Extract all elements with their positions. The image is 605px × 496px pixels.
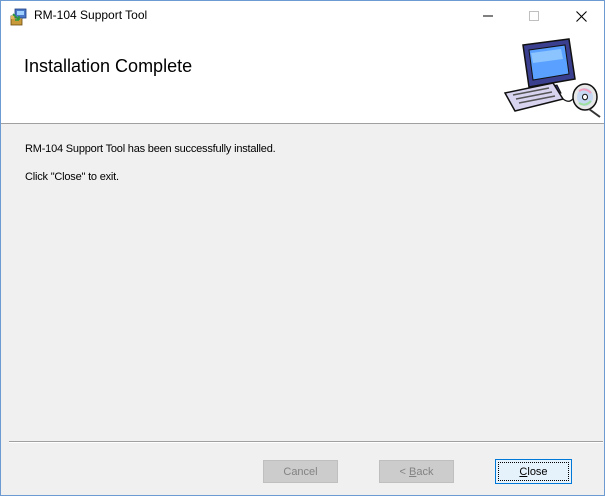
back-button-label-rest: ack <box>416 465 434 478</box>
cancel-button-label: Cancel <box>283 465 318 478</box>
title-bar[interactable]: RM-104 Support Tool <box>1 1 604 31</box>
wizard-header: Installation Complete <box>1 31 604 124</box>
window-title: RM-104 Support Tool <box>34 8 148 22</box>
computer-with-disc-icon <box>503 38 601 118</box>
installer-window: RM-104 Support Tool Installation Complet… <box>0 0 605 496</box>
close-button[interactable]: Close <box>495 459 572 484</box>
back-button-prefix: < <box>399 465 409 478</box>
exit-instruction: Click "Close" to exit. <box>25 171 119 183</box>
footer-divider <box>9 441 603 443</box>
minimize-icon <box>483 15 493 17</box>
back-button[interactable]: < Back <box>379 460 454 483</box>
wizard-body: RM-104 Support Tool has been successfull… <box>1 124 604 440</box>
maximize-button[interactable] <box>511 1 557 31</box>
back-button-mnemonic: B <box>409 465 417 478</box>
minimize-button[interactable] <box>465 1 511 31</box>
maximize-icon <box>529 11 539 21</box>
close-window-button[interactable] <box>558 1 604 31</box>
cancel-button[interactable]: Cancel <box>263 460 338 483</box>
close-icon <box>575 10 587 22</box>
page-title: Installation Complete <box>24 56 193 76</box>
installer-package-icon <box>10 8 27 26</box>
success-message: RM-104 Support Tool has been successfull… <box>25 143 276 155</box>
close-button-label-rest: lose <box>527 465 548 478</box>
close-button-mnemonic: C <box>519 465 528 478</box>
